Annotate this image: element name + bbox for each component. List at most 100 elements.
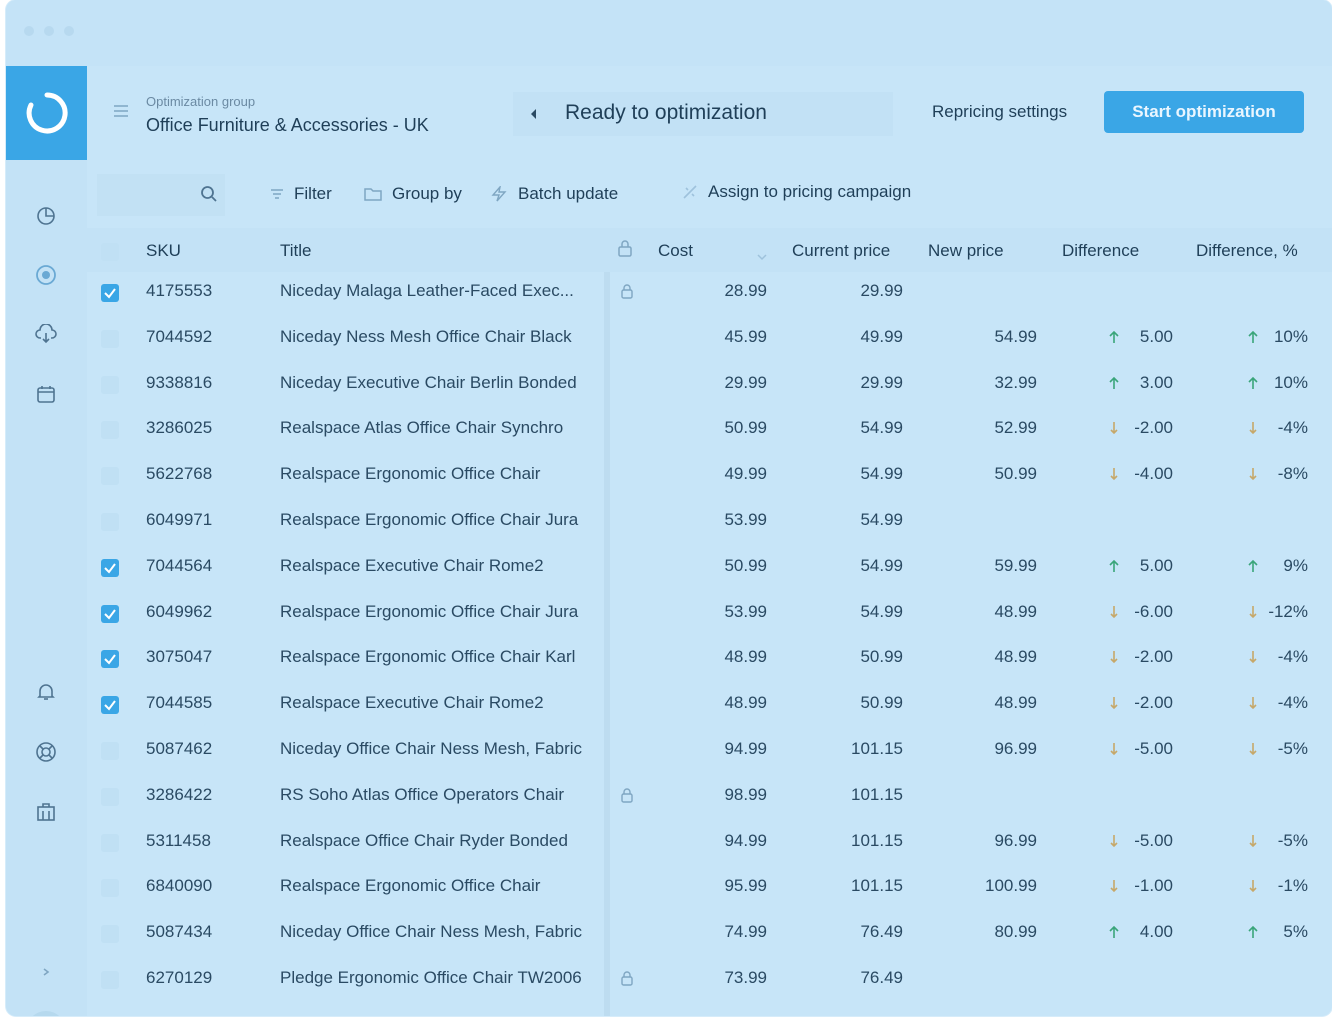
- collapse-left-icon[interactable]: [529, 107, 537, 125]
- group-by-button[interactable]: Group by: [364, 184, 462, 204]
- select-all-checkbox[interactable]: [101, 243, 119, 261]
- col-new-price[interactable]: New price: [928, 241, 1004, 261]
- table-row[interactable]: 6049971 Realspace Ergonomic Office Chair …: [87, 498, 1332, 544]
- sidebar-calendar-icon[interactable]: [34, 382, 58, 406]
- sidebar-building-icon[interactable]: [34, 800, 58, 824]
- new-price-cell[interactable]: 80.99: [994, 922, 1037, 942]
- row-checkbox[interactable]: [101, 375, 119, 394]
- filter-icon: [271, 189, 283, 199]
- sidebar-pie-chart-icon[interactable]: [34, 204, 58, 228]
- row-checkbox[interactable]: [101, 512, 119, 531]
- sidebar-cloud-download-icon[interactable]: [34, 322, 58, 346]
- sort-arrow-icon[interactable]: [757, 246, 767, 266]
- table-row[interactable]: 9338816 Niceday Executive Chair Berlin Bo…: [87, 361, 1332, 407]
- table-row[interactable]: 3286025 Realspace Atlas Office Chair Sync…: [87, 406, 1332, 452]
- app-logo[interactable]: [6, 66, 87, 160]
- lock-icon[interactable]: [620, 283, 634, 304]
- title-cell[interactable]: RS Soho Atlas Office Operators Chair: [280, 785, 564, 805]
- title-cell[interactable]: Realspace Executive Chair Rome2: [280, 556, 544, 576]
- title-cell[interactable]: Niceday Malaga Leather-Faced Exec...: [280, 281, 574, 301]
- new-price-cell[interactable]: 32.99: [994, 373, 1037, 393]
- table-row[interactable]: 7044564 Realspace Executive Chair Rome2 50…: [87, 544, 1332, 590]
- new-price-cell[interactable]: 96.99: [994, 831, 1037, 851]
- row-checkbox[interactable]: [101, 467, 119, 486]
- lock-icon[interactable]: [620, 787, 634, 808]
- group-name[interactable]: Office Furniture & Accessories - UK: [146, 115, 429, 136]
- row-checkbox[interactable]: [101, 284, 119, 302]
- row-checkbox[interactable]: [101, 833, 119, 852]
- assign-campaign-button[interactable]: Assign to pricing campaign: [682, 182, 911, 202]
- filter-button[interactable]: Filter: [270, 184, 332, 204]
- new-price-cell[interactable]: 100.99: [985, 876, 1037, 896]
- col-difference-pct[interactable]: Difference, %: [1196, 241, 1298, 261]
- row-checkbox[interactable]: [101, 604, 119, 623]
- new-price-cell[interactable]: 52.99: [994, 418, 1037, 438]
- table-row[interactable]: 7044585 Realspace Executive Chair Rome2 48…: [87, 681, 1332, 727]
- new-price-cell[interactable]: 96.99: [994, 739, 1037, 759]
- col-current-price[interactable]: Current price: [792, 241, 890, 261]
- title-cell[interactable]: Realspace Atlas Office Chair Synchro: [280, 418, 563, 438]
- new-price-cell[interactable]: 54.99: [994, 327, 1037, 347]
- lock-column-icon[interactable]: [617, 239, 633, 262]
- table-row[interactable]: 5311458 Realspace Office Chair Ryder Bond…: [87, 819, 1332, 865]
- start-optimization-button[interactable]: Start optimization: [1104, 91, 1304, 133]
- cost-cell: 95.99: [724, 876, 767, 896]
- row-checkbox[interactable]: [101, 970, 119, 989]
- window-maximize-dot[interactable]: [64, 26, 74, 36]
- row-checkbox[interactable]: [101, 558, 119, 577]
- title-cell[interactable]: Pledge Ergonomic Office Chair TW2006: [280, 968, 582, 988]
- title-cell[interactable]: Realspace Ergonomic Office Chair: [280, 464, 540, 484]
- menu-icon[interactable]: [113, 104, 129, 123]
- new-price-cell[interactable]: 59.99: [994, 556, 1037, 576]
- row-checkbox[interactable]: [101, 879, 119, 898]
- table-row[interactable]: 7044592 Niceday Ness Mesh Office Chair Bl…: [87, 315, 1332, 361]
- row-checkbox[interactable]: [101, 650, 119, 669]
- title-cell[interactable]: Niceday Office Chair Ness Mesh, Fabric: [280, 922, 582, 942]
- new-price-cell[interactable]: 48.99: [994, 647, 1037, 667]
- batch-update-button[interactable]: Batch update: [490, 184, 618, 204]
- arrow-up-icon: [1108, 329, 1120, 349]
- table-row[interactable]: 6840090 Realspace Ergonomic Office Chair 9…: [87, 864, 1332, 910]
- row-checkbox[interactable]: [101, 787, 119, 806]
- table-row[interactable]: 6049962 Realspace Ergonomic Office Chair …: [87, 590, 1332, 636]
- title-cell[interactable]: Realspace Ergonomic Office Chair Karl: [280, 647, 575, 667]
- row-checkbox[interactable]: [101, 329, 119, 348]
- row-checkbox[interactable]: [101, 925, 119, 944]
- table-row[interactable]: 3286422 RS Soho Atlas Office Operators Ch…: [87, 773, 1332, 819]
- row-checkbox[interactable]: [101, 421, 119, 440]
- title-cell[interactable]: Realspace Ergonomic Office Chair Jura: [280, 510, 578, 530]
- table-row[interactable]: 5622768 Realspace Ergonomic Office Chair 4…: [87, 452, 1332, 498]
- col-cost[interactable]: Cost: [658, 241, 693, 261]
- new-price-cell[interactable]: 48.99: [994, 602, 1037, 622]
- col-sku[interactable]: SKU: [146, 241, 181, 261]
- row-checkbox[interactable]: [101, 741, 119, 760]
- table-row[interactable]: 4175553 Niceday Malaga Leather-Faced Exec…: [87, 269, 1332, 315]
- sidebar-expand-chevron-icon[interactable]: [34, 960, 58, 984]
- table-row[interactable]: 5087434 Niceday Office Chair Ness Mesh, F…: [87, 910, 1332, 956]
- table-row[interactable]: 3075047 Realspace Ergonomic Office Chair …: [87, 635, 1332, 681]
- search-icon[interactable]: [200, 185, 218, 208]
- col-title[interactable]: Title: [280, 241, 312, 261]
- difference-cell: -2.00: [1134, 693, 1173, 713]
- title-cell[interactable]: Niceday Ness Mesh Office Chair Black: [280, 327, 572, 347]
- new-price-cell[interactable]: 48.99: [994, 693, 1037, 713]
- table-row[interactable]: 6270129 Pledge Ergonomic Office Chair TW2…: [87, 956, 1332, 1002]
- title-cell[interactable]: Niceday Executive Chair Berlin Bonded: [280, 373, 577, 393]
- sidebar-optimization-icon[interactable]: [34, 263, 58, 287]
- title-cell[interactable]: Realspace Ergonomic Office Chair: [280, 876, 540, 896]
- title-cell[interactable]: Realspace Ergonomic Office Chair Jura: [280, 602, 578, 622]
- new-price-cell[interactable]: 50.99: [994, 464, 1037, 484]
- lock-icon[interactable]: [620, 970, 634, 991]
- title-cell[interactable]: Realspace Office Chair Ryder Bonded: [280, 831, 568, 851]
- title-cell[interactable]: Niceday Office Chair Ness Mesh, Fabric: [280, 739, 582, 759]
- row-checkbox[interactable]: [101, 696, 119, 715]
- sidebar-help-lifebuoy-icon[interactable]: [34, 740, 58, 764]
- sidebar-bell-icon[interactable]: [34, 680, 58, 704]
- table-row[interactable]: 5087462 Niceday Office Chair Ness Mesh, F…: [87, 727, 1332, 773]
- window-minimize-dot[interactable]: [44, 26, 54, 36]
- user-avatar[interactable]: JD: [26, 1011, 66, 1016]
- col-difference[interactable]: Difference: [1062, 241, 1139, 261]
- title-cell[interactable]: Realspace Executive Chair Rome2: [280, 693, 544, 713]
- repricing-settings-link[interactable]: Repricing settings: [932, 102, 1067, 122]
- window-close-dot[interactable]: [24, 26, 34, 36]
